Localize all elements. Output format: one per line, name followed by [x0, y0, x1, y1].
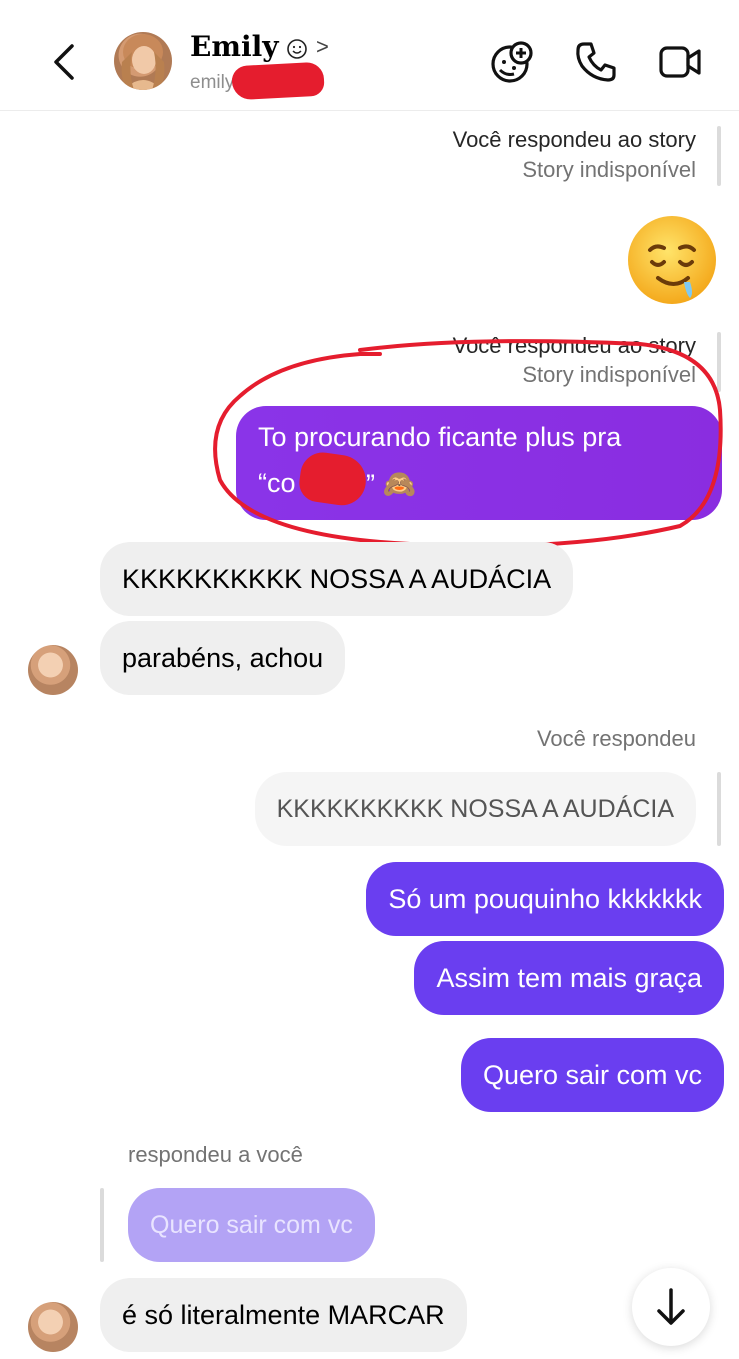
drooling-face-icon: [628, 216, 716, 304]
video-camera-icon[interactable]: [656, 38, 704, 86]
emoji-message[interactable]: [624, 212, 720, 308]
incoming-message[interactable]: KKKKKKKKKK NOSSA A AUDÁCIA: [100, 542, 574, 616]
arrow-down-icon: [657, 1288, 685, 1325]
quoted-message[interactable]: KKKKKKKKKK NOSSA A AUDÁCIA: [254, 772, 696, 846]
quote-bar: [100, 1188, 104, 1262]
back-chevron-icon[interactable]: [44, 40, 84, 84]
avatar[interactable]: [28, 1302, 78, 1352]
outgoing-message[interactable]: Quero sair com vc: [460, 1038, 724, 1112]
phone-icon[interactable]: [572, 38, 620, 86]
avatar[interactable]: [114, 32, 172, 90]
quote-bar: [717, 126, 721, 186]
incoming-message[interactable]: é só literalmente MARCAR: [100, 1278, 467, 1352]
chat-header: [0, 0, 739, 111]
story-reply-label: Você respondeu ao story: [452, 127, 696, 152]
video-effects-icon[interactable]: [488, 38, 536, 86]
story-unavailable-label: Story indisponível: [522, 157, 696, 182]
annotation-circle: [213, 339, 723, 548]
redaction-mark: [231, 61, 325, 101]
contact-username: emily: [190, 72, 235, 93]
quote-bar: [717, 772, 721, 846]
contact-name[interactable]: Emily: [190, 30, 279, 63]
incoming-message[interactable]: parabéns, achou: [100, 621, 346, 695]
reply-label: respondeu a você: [128, 1142, 303, 1167]
reply-label: Você respondeu: [536, 726, 696, 751]
scroll-down-button[interactable]: [632, 1268, 710, 1346]
smiley-icon: [287, 39, 307, 59]
outgoing-message[interactable]: Só um pouquinho kkkkkkk: [366, 862, 724, 936]
quoted-message[interactable]: Quero sair com vc: [128, 1188, 375, 1262]
avatar[interactable]: [28, 645, 78, 695]
chevron-right-icon[interactable]: >: [316, 34, 329, 60]
outgoing-message[interactable]: Assim tem mais graça: [414, 941, 724, 1015]
